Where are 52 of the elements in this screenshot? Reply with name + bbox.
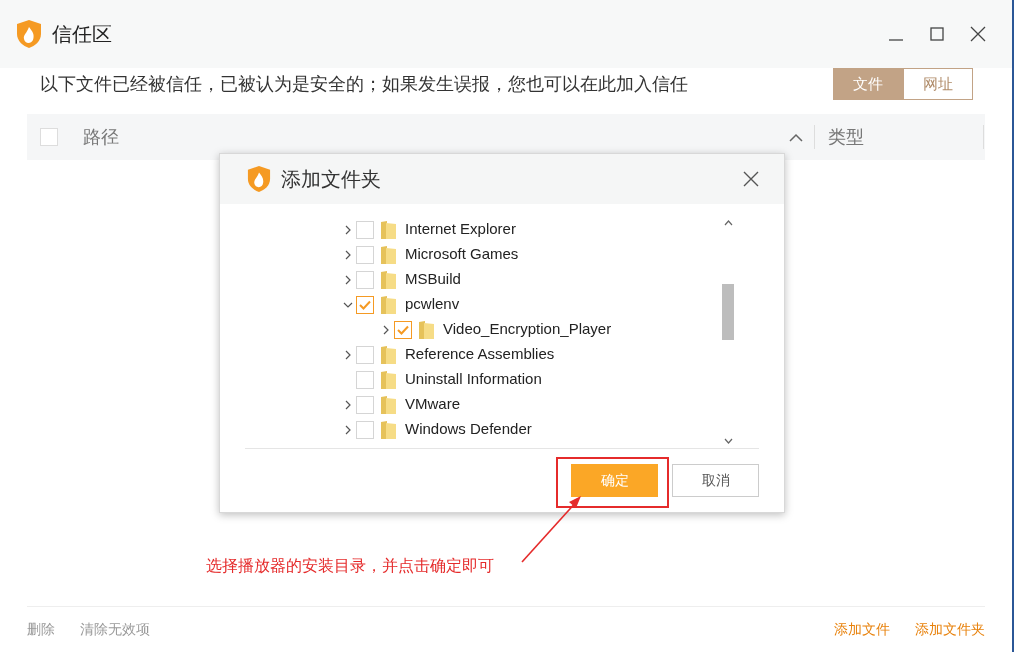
- folder-icon: [380, 344, 397, 365]
- expand-chevron-icon[interactable]: [343, 249, 353, 260]
- checkbox[interactable]: [356, 220, 374, 239]
- folder-label[interactable]: Uninstall Information: [405, 368, 542, 391]
- checkbox[interactable]: [394, 320, 412, 339]
- folder-label[interactable]: Windows Defender: [405, 418, 532, 441]
- folder-icon: [380, 244, 397, 265]
- folder-label[interactable]: Reference Assemblies: [405, 343, 555, 366]
- shield-flame-icon: [16, 19, 42, 49]
- folder-label[interactable]: Microsoft Games: [405, 243, 519, 266]
- checkbox[interactable]: [356, 245, 374, 264]
- annotation-arrow: [520, 494, 584, 564]
- annotation-text: 选择播放器的安装目录，并点击确定即可: [206, 556, 494, 576]
- shield-flame-icon: [247, 165, 271, 193]
- folder-icon: [380, 294, 397, 315]
- window-title: 信任区: [52, 22, 112, 47]
- expand-chevron-icon[interactable]: [381, 324, 391, 335]
- sort-caret-icon[interactable]: [789, 132, 803, 142]
- maximize-icon[interactable]: [930, 27, 944, 41]
- folder-icon: [380, 269, 397, 290]
- folder-label[interactable]: Internet Explorer: [405, 218, 516, 241]
- close-icon[interactable]: [743, 171, 759, 187]
- checkbox[interactable]: [356, 420, 374, 439]
- folder-label[interactable]: MSBuild: [405, 268, 461, 291]
- checkbox[interactable]: [40, 128, 58, 146]
- checkbox[interactable]: [356, 295, 374, 314]
- expand-chevron-icon[interactable]: [343, 274, 353, 285]
- folder-icon: [380, 219, 397, 240]
- scrollbar-thumb[interactable]: [722, 284, 734, 340]
- folder-icon: [418, 319, 435, 340]
- column-header[interactable]: 路径: [83, 123, 119, 151]
- column-header[interactable]: 类型: [828, 123, 983, 151]
- checkbox[interactable]: [356, 370, 374, 389]
- checkbox[interactable]: [356, 395, 374, 414]
- scroll-down-icon[interactable]: [723, 438, 733, 444]
- checkbox[interactable]: [356, 270, 374, 289]
- folder-icon: [380, 394, 397, 415]
- folder-label[interactable]: Video_Encryption_Player: [443, 318, 612, 341]
- checkbox[interactable]: [356, 345, 374, 364]
- cancel-button[interactable]: 取消: [672, 464, 759, 497]
- intro-text: 以下文件已经被信任，已被认为是安全的；如果发生误报，您也可以在此加入信任: [40, 72, 688, 96]
- expand-chevron-icon[interactable]: [343, 424, 353, 435]
- folder-icon: [380, 369, 397, 390]
- scroll-up-icon[interactable]: [723, 220, 733, 226]
- expand-chevron-icon[interactable]: [343, 349, 353, 360]
- expand-chevron-icon[interactable]: [343, 224, 353, 235]
- dialog-title: 添加文件夹: [281, 167, 381, 192]
- close-icon[interactable]: [970, 26, 986, 42]
- folder-label[interactable]: VMware: [405, 393, 460, 416]
- folder-label[interactable]: pcwlenv: [405, 293, 460, 316]
- expand-chevron-icon[interactable]: [343, 399, 353, 410]
- folder-icon: [380, 419, 397, 440]
